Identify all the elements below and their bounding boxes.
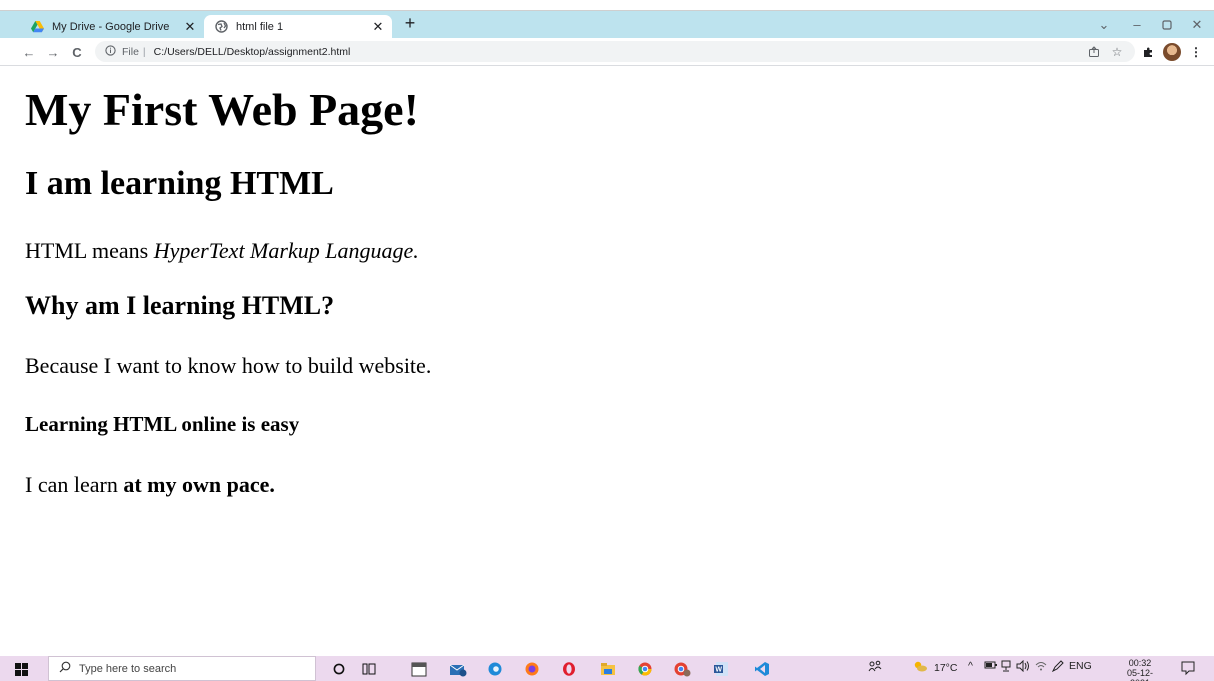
paragraph-reason: Because I want to know how to build webs…	[25, 353, 432, 378]
profile-avatar[interactable]	[1163, 43, 1181, 61]
page-heading-h4: Learning HTML online is easy	[25, 412, 300, 436]
scheme-label: File	[122, 45, 139, 58]
weather-icon	[912, 660, 928, 675]
page-heading-h3: Why am I learning HTML?	[25, 291, 335, 320]
paragraph-bold-text: at my own pace.	[123, 472, 275, 497]
tab-title: html file 1	[236, 20, 284, 33]
notification-center-icon[interactable]	[1180, 660, 1196, 676]
search-icon	[59, 661, 71, 676]
address-bar[interactable]: File | C:/Users/DELL/Desktop/assignment2…	[95, 41, 1135, 62]
paragraph-italic-text: HyperText Markup Language.	[153, 238, 419, 263]
close-window-icon[interactable]: ✕	[1182, 11, 1212, 38]
tab-google-drive[interactable]: My Drive - Google Drive ✕	[20, 15, 204, 38]
page-heading-h1: My First Web Page!	[25, 84, 419, 135]
people-icon[interactable]	[868, 660, 882, 672]
close-tab-icon[interactable]: ✕	[370, 19, 386, 35]
tab-strip: My Drive - Google Drive ✕ html file 1 ✕	[0, 11, 1214, 38]
google-drive-icon	[30, 20, 44, 34]
volume-icon[interactable]	[1016, 660, 1030, 672]
page-heading-h2: I am learning HTML	[25, 165, 334, 202]
firefox-browser-icon[interactable]	[521, 658, 543, 680]
taskbar-search-input[interactable]: Type here to search	[48, 656, 316, 681]
globe-icon	[214, 20, 228, 34]
share-icon[interactable]	[1085, 43, 1103, 61]
calendar-app-icon[interactable]	[408, 658, 430, 680]
extensions-puzzle-icon[interactable]	[1139, 43, 1157, 61]
windows-start-icon[interactable]	[6, 659, 36, 679]
window-top-border	[0, 0, 1214, 11]
clock-time: 00:32	[1128, 658, 1152, 668]
windows-taskbar: Type here to search W 17°C ^ ENG	[0, 656, 1214, 681]
back-arrow-icon[interactable]: ←	[19, 42, 39, 62]
battery-icon[interactable]	[984, 660, 998, 670]
language-indicator[interactable]: ENG	[1069, 660, 1092, 672]
edge-browser-icon[interactable]	[484, 658, 506, 680]
maximize-icon[interactable]	[1152, 11, 1182, 38]
tray-overflow-chevron-icon[interactable]: ^	[968, 660, 973, 672]
weather-widget[interactable]: 17°C	[912, 660, 957, 675]
network-icon[interactable]	[1001, 660, 1013, 672]
word-app-icon[interactable]: W	[710, 658, 732, 680]
minimize-icon[interactable]: –	[1122, 11, 1152, 38]
wifi-icon[interactable]	[1035, 660, 1047, 672]
taskbar-clock[interactable]: 00:32 05-12-2021	[1118, 658, 1162, 681]
mail-app-icon[interactable]	[447, 658, 469, 680]
clock-date: 05-12-2021	[1126, 668, 1153, 681]
paragraph-html-meaning: HTML means HyperText Markup Language.	[25, 238, 419, 264]
chrome-profile-icon[interactable]	[671, 658, 693, 680]
paragraph-text: HTML means	[25, 238, 154, 263]
new-tab-button[interactable]: +	[400, 14, 420, 34]
vscode-app-icon[interactable]	[751, 658, 773, 680]
reload-icon[interactable]: C	[67, 42, 87, 62]
paragraph-text: I can learn	[25, 472, 124, 497]
task-view-icon[interactable]	[358, 658, 380, 680]
close-tab-icon[interactable]: ✕	[182, 19, 198, 35]
url-text: C:/Users/DELL/Desktop/assignment2.html	[153, 45, 351, 58]
file-explorer-icon[interactable]	[597, 658, 619, 680]
menu-kebab-icon[interactable]: ⋮	[1187, 43, 1205, 61]
weather-temperature: 17°C	[934, 661, 958, 674]
svg-text:W: W	[715, 667, 722, 674]
separator: |	[142, 45, 146, 58]
forward-arrow-icon[interactable]: →	[43, 42, 63, 62]
info-icon[interactable]	[105, 44, 116, 59]
paragraph-pace: I can learn at my own pace.	[25, 472, 275, 498]
pen-input-icon[interactable]	[1051, 660, 1065, 672]
tab-html-file[interactable]: html file 1 ✕	[204, 15, 392, 38]
browser-toolbar: ← → C File | C:/Users/DELL/Desktop/assig…	[0, 38, 1214, 66]
bookmark-star-icon[interactable]: ☆	[1108, 43, 1126, 61]
cortana-icon[interactable]	[328, 658, 350, 680]
chrome-browser-icon[interactable]	[634, 658, 656, 680]
tab-search-chevron-icon[interactable]: ⌄	[1089, 11, 1119, 38]
search-placeholder: Type here to search	[79, 662, 177, 675]
tab-title: My Drive - Google Drive	[52, 20, 170, 33]
opera-browser-icon[interactable]	[558, 658, 580, 680]
